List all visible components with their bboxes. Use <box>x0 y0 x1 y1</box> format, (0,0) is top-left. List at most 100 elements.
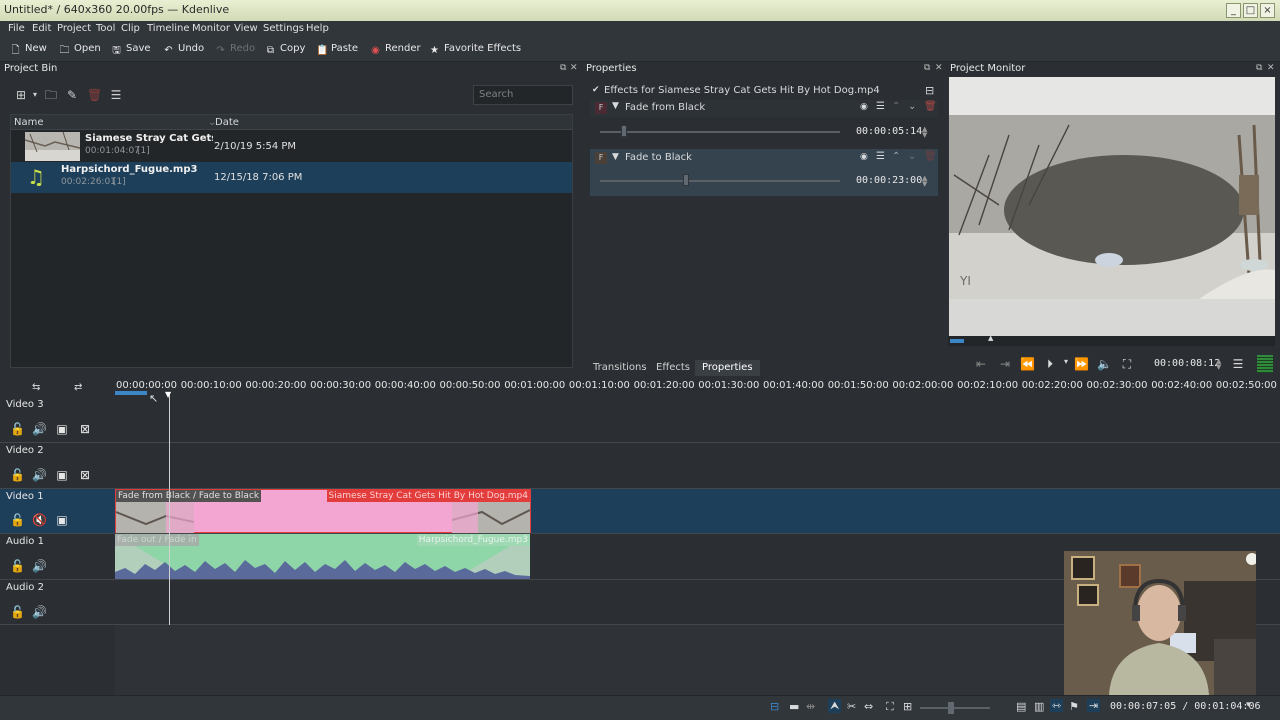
lock-icon[interactable]: 🔓 <box>10 468 25 482</box>
scrubber-playhead-icon[interactable]: ▲ <box>988 334 993 342</box>
menu-timeline[interactable]: Timeline <box>147 23 190 34</box>
chevron-down-icon[interactable]: ▾ <box>1246 700 1251 710</box>
menu-settings[interactable]: Settings <box>263 23 304 34</box>
timeline-settings-icon[interactable]: ⇄ <box>74 382 82 393</box>
open-button[interactable]: 🗀 Open <box>59 43 101 56</box>
effect-menu-icon[interactable]: ☰ <box>876 101 885 112</box>
zone-icon[interactable]: ⇥ <box>1087 699 1101 712</box>
redo-button[interactable]: ↷ Redo <box>215 43 255 56</box>
playhead-marker-icon[interactable]: ▼ <box>165 390 171 399</box>
chevron-down-icon[interactable]: ▾ <box>1059 357 1073 366</box>
checkbox-checked-icon[interactable]: ✔ <box>592 85 600 95</box>
float-panel-icon[interactable]: ⧉ <box>560 63 566 73</box>
move-down-icon[interactable]: ⌄ <box>908 151 916 162</box>
zoom-slider-knob[interactable] <box>948 702 954 714</box>
timeline-playhead[interactable] <box>169 392 170 625</box>
timeline-ruler[interactable]: 00:00:00:00 00:00:10:00 00:00:20:00 00:00:3… <box>115 378 1280 396</box>
effect-menu-icon[interactable]: ☰ <box>876 151 885 162</box>
close-button[interactable]: × <box>1260 3 1275 18</box>
tab-properties[interactable]: Properties <box>695 360 760 376</box>
duration-slider-track[interactable] <box>600 180 840 182</box>
monitor-scrubber[interactable]: ▲ <box>948 334 1275 346</box>
composite-icon[interactable]: ⊠ <box>78 468 92 482</box>
fullscreen-icon[interactable]: ⛶ <box>1120 357 1134 372</box>
add-clip-icon[interactable]: ⊞ <box>14 88 28 102</box>
audio-icon[interactable]: 🔊 <box>32 559 47 573</box>
split-icon[interactable]: ⇹ <box>806 700 815 713</box>
zoom-slider[interactable] <box>920 707 990 709</box>
copy-button[interactable]: ⧉ Copy <box>265 43 305 56</box>
volume-icon[interactable]: 🔈 <box>1097 357 1112 371</box>
save-button[interactable]: 🖫 Save <box>111 43 150 56</box>
razor-tool-icon[interactable]: ✂ <box>847 700 856 713</box>
play-icon[interactable]: ⏵ <box>1043 357 1057 372</box>
video-clip[interactable]: Fade from Black / Fade to Black Siamese … <box>115 489 531 533</box>
menu-icon[interactable]: ☰ <box>109 88 123 102</box>
bin-item[interactable]: ♫ Harpsichord_Fugue.mp3 00:02:26:01 [1] … <box>11 162 572 193</box>
close-panel-icon[interactable]: ✕ <box>570 63 578 73</box>
float-panel-icon[interactable]: ⧉ <box>1256 63 1262 73</box>
duration-slider-track[interactable] <box>600 131 840 133</box>
zoom-in-icon[interactable]: ⊞ <box>903 700 912 713</box>
set-zone-out-icon[interactable]: ⇥ <box>998 357 1012 371</box>
fade-to-black-duration[interactable]: 00:00:23:00 <box>856 175 922 186</box>
audio-icon[interactable]: 🔊 <box>32 422 47 436</box>
menu-monitor[interactable]: Monitor <box>192 23 230 34</box>
split-audio-icon[interactable]: ▥ <box>1034 700 1044 713</box>
video-icon[interactable]: ▣ <box>55 468 69 482</box>
search-input[interactable]: Search <box>473 85 573 105</box>
lock-icon[interactable]: 🔓 <box>10 559 25 573</box>
spacer-tool-icon[interactable]: ⇔ <box>864 700 873 713</box>
menu-help[interactable]: Help <box>306 23 329 34</box>
collapse-icon[interactable]: ▼ <box>612 152 619 162</box>
audio-icon[interactable]: 🔊 <box>32 468 47 482</box>
audio-clip[interactable]: Fade out / Fade in Harpsichord_Fugue.mp3 <box>115 534 530 579</box>
menu-file[interactable]: File <box>8 23 25 34</box>
set-zone-in-icon[interactable]: ⇤ <box>974 357 988 371</box>
eye-icon[interactable]: ◉ <box>860 102 868 112</box>
selection-tool-icon[interactable]: ⮝ <box>828 699 842 713</box>
video-icon[interactable]: ▣ <box>55 513 69 527</box>
composite-icon[interactable]: ⊠ <box>78 422 92 436</box>
audio-icon[interactable]: 🔊 <box>32 605 47 619</box>
new-button[interactable]: 🗋 New <box>10 43 46 56</box>
menu-view[interactable]: View <box>234 23 258 34</box>
spinner-icon[interactable]: ▲ ▼ <box>1216 358 1221 371</box>
menu-edit[interactable]: Edit <box>32 23 51 34</box>
move-up-icon[interactable]: ⌃ <box>892 101 900 112</box>
timeline-zoom-icon[interactable]: ⇆ <box>32 382 40 393</box>
mute-audio-icon[interactable]: 🔇 <box>32 513 47 527</box>
spinner-icon[interactable]: ▲ ▼ <box>922 126 927 139</box>
video-icon[interactable]: ▣ <box>55 422 69 436</box>
monitor-menu-icon[interactable]: ☰ <box>1231 357 1245 371</box>
spinner-icon[interactable]: ▲ ▼ <box>922 175 927 188</box>
paste-button[interactable]: 📋 Paste <box>316 43 358 56</box>
menu-project[interactable]: Project <box>57 23 91 34</box>
delete-effect-icon[interactable]: 🗑 <box>924 101 937 112</box>
fit-zoom-icon[interactable]: ⛶ <box>886 700 894 714</box>
move-up-icon[interactable]: ⌃ <box>892 151 900 162</box>
track-header-video-3[interactable]: Video 3 🔓 🔊 ▣ ⊠ <box>0 397 115 442</box>
collapse-icon[interactable]: ▼ <box>612 101 619 111</box>
forward-icon[interactable]: ⏩ <box>1074 357 1089 371</box>
add-folder-icon[interactable]: 🗀 <box>44 88 58 102</box>
duration-slider-knob[interactable] <box>621 125 627 137</box>
zoom-icon[interactable]: ▬ <box>789 700 799 713</box>
menu-clip[interactable]: Clip <box>121 23 140 34</box>
track-header-audio-2[interactable]: Audio 2 🔓 🔊 <box>0 580 115 624</box>
minimize-button[interactable]: _ <box>1226 3 1241 18</box>
maximize-button[interactable]: □ <box>1243 3 1258 18</box>
track-header-audio-1[interactable]: Audio 1 🔓 🔊 <box>0 534 115 579</box>
ripple-icon[interactable]: ⇿ <box>1050 699 1064 712</box>
zoom-out-icon[interactable]: ⊟ <box>770 700 779 713</box>
favorite-effects-button[interactable]: ★ Favorite Effects <box>429 43 521 56</box>
effect-stack-icon[interactable]: ⊟ <box>925 84 934 97</box>
lock-icon[interactable]: 🔓 <box>10 605 25 619</box>
float-panel-icon[interactable]: ⧉ <box>924 63 930 73</box>
tab-transitions[interactable]: Transitions <box>586 360 654 376</box>
move-down-icon[interactable]: ⌄ <box>908 101 916 112</box>
close-panel-icon[interactable]: ✕ <box>935 63 943 73</box>
delete-icon[interactable]: 🗑 <box>87 88 102 102</box>
edit-icon[interactable]: ✎ <box>65 88 79 102</box>
column-name[interactable]: Name <box>14 117 44 128</box>
